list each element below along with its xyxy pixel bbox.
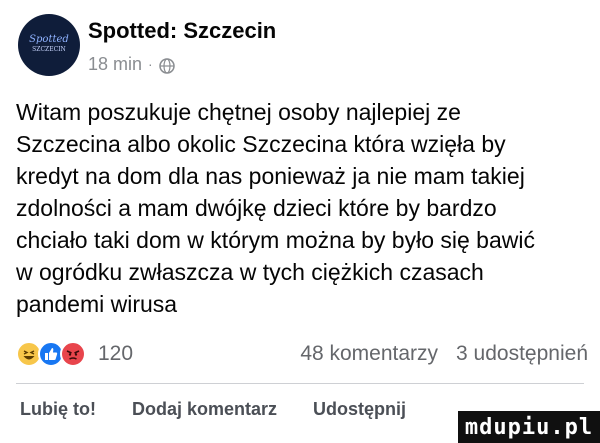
divider <box>16 383 584 384</box>
shares-count[interactable]: 3 udostępnień <box>456 342 588 366</box>
page-name[interactable]: Spotted: Szczecin <box>88 16 276 46</box>
post-time[interactable]: 18 min <box>88 52 142 76</box>
post-meta: 18 min · <box>88 52 276 76</box>
comment-button[interactable]: Dodaj komentarz <box>132 399 277 420</box>
avatar[interactable]: Spotted SZCZECIN <box>18 14 80 76</box>
angry-icon <box>60 341 86 367</box>
like-button[interactable]: Lubię to! <box>20 399 96 420</box>
facebook-post: Spotted SZCZECIN Spotted: Szczecin 18 mi… <box>0 0 600 443</box>
globe-icon <box>158 56 175 74</box>
post-stats: 48 komentarzy 3 udostępnień <box>282 342 588 366</box>
meta-separator: · <box>148 56 153 72</box>
avatar-label: Spotted <box>29 34 69 45</box>
post-header: Spotted SZCZECIN Spotted: Szczecin 18 mi… <box>18 14 276 76</box>
header-meta: Spotted: Szczecin 18 min · <box>88 16 276 76</box>
reaction-count[interactable]: 120 <box>98 342 133 366</box>
post-actions: Lubię to! Dodaj komentarz Udostępnij <box>20 399 442 420</box>
watermark: mdupiu.pl <box>458 411 600 443</box>
share-button[interactable]: Udostępnij <box>313 399 406 420</box>
avatar-sublabel: SZCZECIN <box>32 46 66 53</box>
reaction-icons[interactable] <box>16 341 86 367</box>
comments-count[interactable]: 48 komentarzy <box>300 342 438 366</box>
post-body: Witam poszukuje chętnej osoby najlepiej … <box>16 99 535 317</box>
reactions-bar: 120 48 komentarzy 3 udostępnień <box>16 337 588 371</box>
